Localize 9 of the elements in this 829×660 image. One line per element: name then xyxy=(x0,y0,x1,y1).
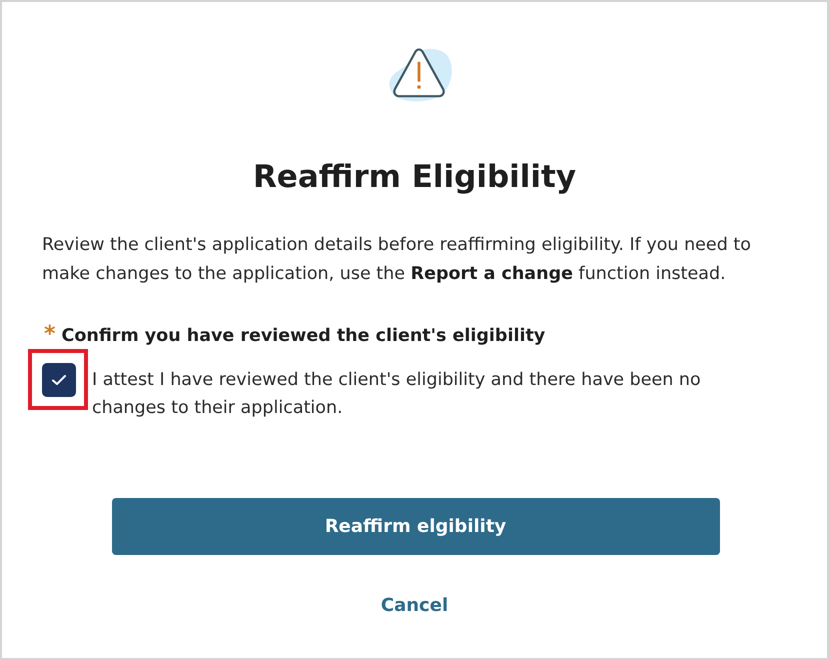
attestation-text: I attest I have reviewed the client's eligibility and there have been no changes to their application. xyxy=(92,369,702,420)
check-icon xyxy=(51,374,67,386)
field-label: Confirm you have reviewed the client's eligibility xyxy=(62,325,546,347)
reaffirm-button[interactable]: Reaffirm elgibility xyxy=(112,498,720,555)
dialog-title: Reaffirm Eligibility xyxy=(252,158,578,197)
required-asterisk: * xyxy=(44,325,56,345)
description-text: Review the client's application details before reaffirming eligibility. If you need to make changes to the application, use the Report a change function instead. xyxy=(42,234,752,286)
attest-checkbox[interactable] xyxy=(42,363,76,397)
cancel-button[interactable]: Cancel xyxy=(372,591,456,620)
